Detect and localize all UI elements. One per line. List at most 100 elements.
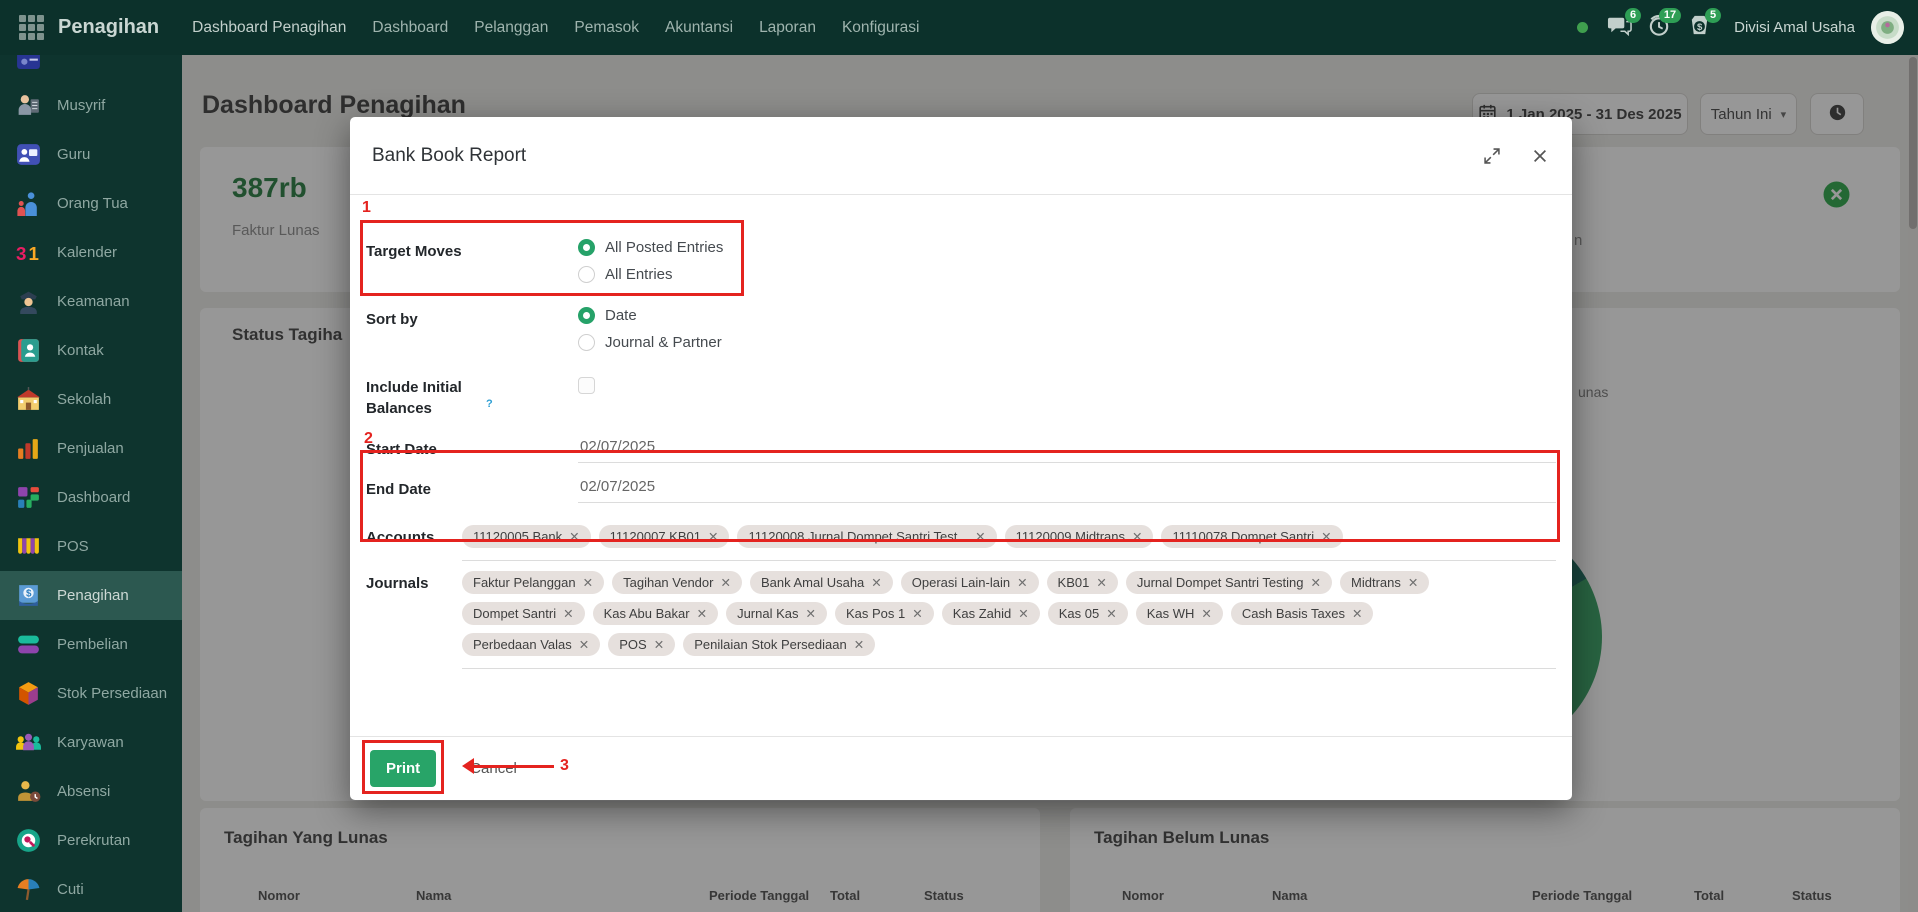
help-icon[interactable]: ? <box>486 398 493 410</box>
tag-remove-icon[interactable]: ✕ <box>654 637 664 652</box>
tag-jurnal-kas: Jurnal Kas✕ <box>726 602 827 625</box>
sales-money-button[interactable]: $ 5 <box>1684 13 1714 43</box>
sidebar-item-orang-tua[interactable]: Orang Tua <box>0 179 182 228</box>
app-brand[interactable]: Penagihan <box>58 16 159 39</box>
tag-remove-icon[interactable]: ✕ <box>1321 529 1331 544</box>
tag-remove-icon[interactable]: ✕ <box>563 606 573 621</box>
tag-remove-icon[interactable]: ✕ <box>1096 575 1106 590</box>
tag-label: Faktur Pelanggan <box>473 575 576 590</box>
dashboard-icon <box>15 484 42 511</box>
tag-remove-icon[interactable]: ✕ <box>1017 575 1027 590</box>
nav-menu-item[interactable]: Pelanggan <box>461 0 561 55</box>
field-label: Target Moves <box>366 239 578 283</box>
print-button[interactable]: Print <box>370 750 436 787</box>
radio-option-label: Journal & Partner <box>605 334 722 351</box>
tag-remove-icon[interactable]: ✕ <box>1408 575 1418 590</box>
sidebar-item-penjualan[interactable]: Penjualan <box>0 424 182 473</box>
sidebar-item-kontak[interactable]: Kontak <box>0 326 182 375</box>
tag-kb01: KB01✕ <box>1047 571 1118 594</box>
tag-remove-icon[interactable]: ✕ <box>912 606 922 621</box>
nav-menu-item[interactable]: Dashboard <box>359 0 461 55</box>
pos-icon <box>15 533 42 560</box>
sidebar-item-perekrutan[interactable]: Perekrutan <box>0 816 182 865</box>
radio-option[interactable]: All Entries <box>578 266 723 283</box>
nav-menu-item[interactable]: Laporan <box>746 0 829 55</box>
sidebar-item-guru[interactable]: Guru <box>0 130 182 179</box>
apps-grid-icon[interactable] <box>14 11 48 45</box>
nav-menu-item[interactable]: Pemasok <box>561 0 652 55</box>
tag-remove-icon[interactable]: ✕ <box>569 529 579 544</box>
sidebar-item-sekolah[interactable]: Sekolah <box>0 375 182 424</box>
user-avatar[interactable] <box>1871 11 1904 44</box>
journals-tags-input[interactable]: Faktur Pelanggan✕Tagihan Vendor✕Bank Ama… <box>462 571 1556 669</box>
tag-pos: POS✕ <box>608 633 675 656</box>
radio-option[interactable]: Journal & Partner <box>578 334 722 351</box>
online-status-dot <box>1577 22 1588 33</box>
expand-icon[interactable] <box>1482 146 1502 166</box>
sidebar-item-penagihan[interactable]: $Penagihan <box>0 571 182 620</box>
radio-selected-icon[interactable] <box>578 239 595 256</box>
tag-remove-icon[interactable]: ✕ <box>871 575 881 590</box>
karyawan-icon <box>15 729 42 756</box>
tag-remove-icon[interactable]: ✕ <box>1352 606 1362 621</box>
radio-option-label: All Entries <box>605 266 673 283</box>
kalender-icon: 31 <box>15 239 42 266</box>
sidebar-item-pos[interactable]: POS <box>0 522 182 571</box>
field-label: Accounts <box>366 525 462 561</box>
activities-button[interactable]: 17 <box>1644 13 1674 43</box>
radio-option[interactable]: Date <box>578 307 722 324</box>
pembelian-icon <box>15 631 42 658</box>
field-label: Journals <box>366 571 462 669</box>
sidebar-item-label: Karyawan <box>57 734 124 751</box>
bank-book-report-dialog: Bank Book Report Target Moves All Posted… <box>350 117 1572 800</box>
tag-label: 11110078 Dompet Santri <box>1172 529 1314 544</box>
nav-menu-item[interactable]: Konfigurasi <box>829 0 933 55</box>
penagihan-icon: $ <box>15 582 42 609</box>
sidebar-item-musyrif[interactable]: Musyrif <box>0 81 182 130</box>
start-date-input[interactable]: 02/07/2025 <box>578 437 1556 463</box>
tag-remove-icon[interactable]: ✕ <box>1106 606 1116 621</box>
radio-option[interactable]: All Posted Entries <box>578 239 723 256</box>
tag-remove-icon[interactable]: ✕ <box>1311 575 1321 590</box>
tag-remove-icon[interactable]: ✕ <box>583 575 593 590</box>
svg-text:$: $ <box>1697 21 1703 32</box>
tag-remove-icon[interactable]: ✕ <box>1132 529 1142 544</box>
tag-remove-icon[interactable]: ✕ <box>720 575 730 590</box>
radio-unselected-icon[interactable] <box>578 266 595 283</box>
nav-menu-item[interactable]: Dashboard Penagihan <box>179 0 359 55</box>
tag-label: Kas Abu Bakar <box>604 606 690 621</box>
tag-remove-icon[interactable]: ✕ <box>975 529 985 544</box>
nav-menu-item[interactable]: Akuntansi <box>652 0 746 55</box>
tag-remove-icon[interactable]: ✕ <box>1201 606 1211 621</box>
sidebar-item-dashboard[interactable]: Dashboard <box>0 473 182 522</box>
tag-tagihan-vendor: Tagihan Vendor✕ <box>612 571 742 594</box>
sidebar-item-label: Perekrutan <box>57 832 130 849</box>
sidebar-item-cuti[interactable]: Cuti <box>0 865 182 912</box>
sidebar-item-pembelian[interactable]: Pembelian <box>0 620 182 669</box>
sidebar-item-label: Kalender <box>57 244 117 261</box>
messages-button[interactable]: 6 <box>1604 13 1634 43</box>
company-name[interactable]: Divisi Amal Usaha <box>1734 19 1855 36</box>
accounts-tags-input[interactable]: 11120005 Bank✕11120007 KB01✕11120008 Jur… <box>462 525 1556 561</box>
tag-kas-05: Kas 05✕ <box>1048 602 1128 625</box>
cancel-button[interactable]: Cancel <box>470 760 517 777</box>
end-date-input[interactable]: 02/07/2025 <box>578 477 1556 503</box>
sidebar-item-label: Cuti <box>57 881 84 898</box>
tag-remove-icon[interactable]: ✕ <box>579 637 589 652</box>
sidebar-item-keamanan[interactable]: Keamanan <box>0 277 182 326</box>
tag-remove-icon[interactable]: ✕ <box>854 637 864 652</box>
tag-remove-icon[interactable]: ✕ <box>1018 606 1028 621</box>
sidebar-item-kalender[interactable]: 31 Kalender <box>0 228 182 277</box>
radio-selected-icon[interactable] <box>578 307 595 324</box>
sidebar-item-karyawan[interactable]: Karyawan <box>0 718 182 767</box>
sidebar-item-absensi[interactable]: Absensi <box>0 767 182 816</box>
close-icon[interactable] <box>1530 146 1550 166</box>
radio-unselected-icon[interactable] <box>578 334 595 351</box>
tag-remove-icon[interactable]: ✕ <box>708 529 718 544</box>
sidebar-item-partial[interactable] <box>0 55 182 81</box>
sidebar-item-label: Sekolah <box>57 391 111 408</box>
tag-remove-icon[interactable]: ✕ <box>697 606 707 621</box>
sidebar-item-stok-persediaan[interactable]: Stok Persediaan <box>0 669 182 718</box>
tag-remove-icon[interactable]: ✕ <box>805 606 815 621</box>
include-initial-balances-checkbox[interactable] <box>578 377 595 394</box>
